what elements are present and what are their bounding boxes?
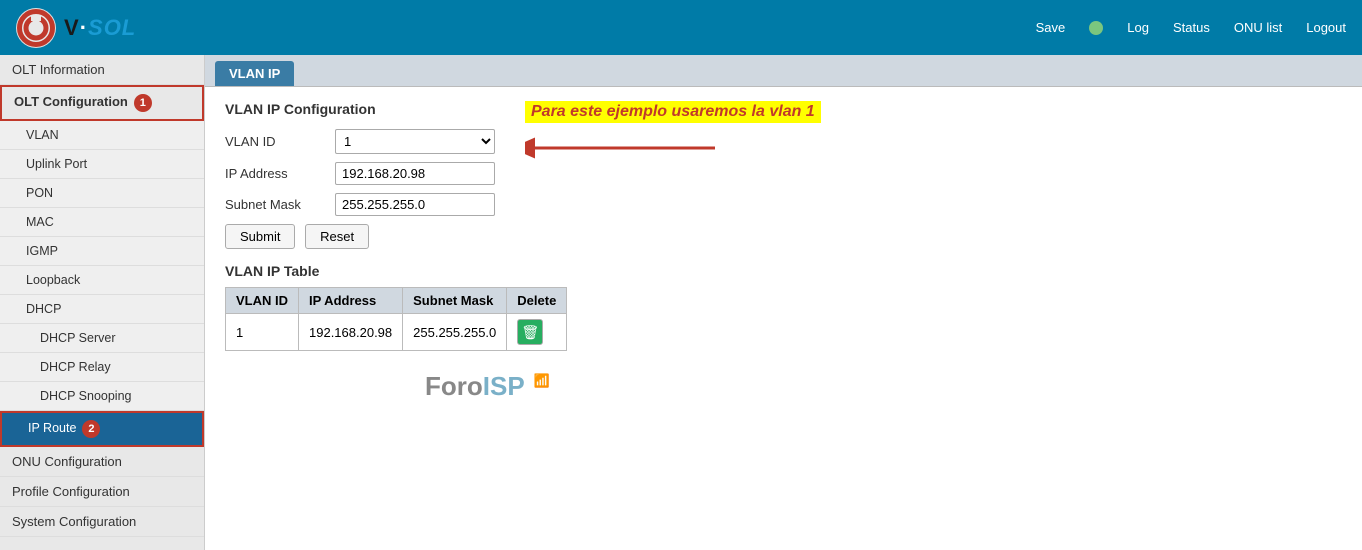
- logout-link[interactable]: Logout: [1306, 20, 1346, 35]
- delete-button[interactable]: 🗑: [517, 319, 543, 345]
- vlan-ip-table: VLAN ID IP Address Subnet Mask Delete 11…: [225, 287, 567, 351]
- status-indicator: [1089, 21, 1103, 35]
- foro-isp-watermark: ForoISP 📶: [425, 371, 550, 402]
- sidebar-item-olt-information[interactable]: OLT Information: [0, 55, 204, 85]
- annotation-text: Para este ejemplo usaremos la vlan 1: [525, 101, 821, 123]
- sidebar-item-ip-route[interactable]: IP Route2: [0, 411, 204, 447]
- log-link[interactable]: Log: [1127, 20, 1149, 35]
- header-nav: Save Log Status ONU list Logout: [1036, 20, 1346, 35]
- reset-button[interactable]: Reset: [305, 224, 369, 249]
- sidebar-item-system-configuration[interactable]: System Configuration: [0, 507, 204, 537]
- tab-bar: VLAN IP: [205, 55, 1362, 87]
- sidebar-item-pon[interactable]: PON: [0, 179, 204, 208]
- onu-list-link[interactable]: ONU list: [1234, 20, 1282, 35]
- sidebar-item-olt-configuration[interactable]: OLT Configuration1: [0, 85, 204, 121]
- col-subnet-mask: Subnet Mask: [403, 288, 507, 314]
- content-top-row: VLAN IP Configuration VLAN ID 1 IP Addre…: [225, 101, 1342, 249]
- table-row: 1192.168.20.98255.255.255.0 🗑: [226, 314, 567, 351]
- logo-area: V·SOL: [16, 8, 136, 48]
- vlan-id-label: VLAN ID: [225, 134, 335, 149]
- layout: OLT InformationOLT Configuration1VLANUpl…: [0, 55, 1362, 550]
- col-ip-address: IP Address: [299, 288, 403, 314]
- sidebar-item-uplink-port[interactable]: Uplink Port: [0, 150, 204, 179]
- status-link[interactable]: Status: [1173, 20, 1210, 35]
- save-button[interactable]: Save: [1036, 20, 1066, 35]
- form-buttons: Submit Reset: [225, 224, 495, 249]
- table-header-row: VLAN ID IP Address Subnet Mask Delete: [226, 288, 567, 314]
- content-area: VLAN IP Configuration VLAN ID 1 IP Addre…: [205, 87, 1362, 385]
- sidebar-item-loopback[interactable]: Loopback: [0, 266, 204, 295]
- sidebar-item-dhcp[interactable]: DHCP: [0, 295, 204, 324]
- subnet-mask-label: Subnet Mask: [225, 197, 335, 212]
- sidebar-item-dhcp-relay[interactable]: DHCP Relay: [0, 353, 204, 382]
- ip-address-row: IP Address: [225, 162, 495, 185]
- form-section: VLAN IP Configuration VLAN ID 1 IP Addre…: [225, 101, 495, 249]
- sidebar-item-dhcp-server[interactable]: DHCP Server: [0, 324, 204, 353]
- logo-text: V·SOL: [64, 15, 136, 41]
- sidebar-item-profile-configuration[interactable]: Profile Configuration: [0, 477, 204, 507]
- sidebar-item-vlan[interactable]: VLAN: [0, 121, 204, 150]
- col-vlan-id: VLAN ID: [226, 288, 299, 314]
- ip-address-label: IP Address: [225, 166, 335, 181]
- col-delete: Delete: [507, 288, 567, 314]
- logo-icon: [16, 8, 56, 48]
- submit-button[interactable]: Submit: [225, 224, 295, 249]
- subnet-mask-input[interactable]: [335, 193, 495, 216]
- vlan-id-row: VLAN ID 1: [225, 129, 495, 154]
- sidebar-item-mac[interactable]: MAC: [0, 208, 204, 237]
- vlan-ip-tab[interactable]: VLAN IP: [215, 61, 294, 86]
- sidebar-item-dhcp-snooping[interactable]: DHCP Snooping: [0, 382, 204, 411]
- subnet-mask-row: Subnet Mask: [225, 193, 495, 216]
- cell-delete: 🗑: [507, 314, 567, 351]
- vlan-id-select[interactable]: 1: [335, 129, 495, 154]
- arrow-annotation: [525, 133, 725, 163]
- main-content: VLAN IP VLAN IP Configuration VLAN ID 1 …: [205, 55, 1362, 550]
- ip-address-input[interactable]: [335, 162, 495, 185]
- header: V·SOL Save Log Status ONU list Logout: [0, 0, 1362, 55]
- sidebar-item-igmp[interactable]: IGMP: [0, 237, 204, 266]
- cell-ip_address: 192.168.20.98: [299, 314, 403, 351]
- section-title: VLAN IP Configuration: [225, 101, 495, 117]
- sidebar: OLT InformationOLT Configuration1VLANUpl…: [0, 55, 205, 550]
- cell-subnet_mask: 255.255.255.0: [403, 314, 507, 351]
- cell-vlan_id: 1: [226, 314, 299, 351]
- annotation-area: Para este ejemplo usaremos la vlan 1: [525, 101, 821, 163]
- sidebar-item-onu-configuration[interactable]: ONU Configuration: [0, 447, 204, 477]
- table-title: VLAN IP Table: [225, 263, 1342, 279]
